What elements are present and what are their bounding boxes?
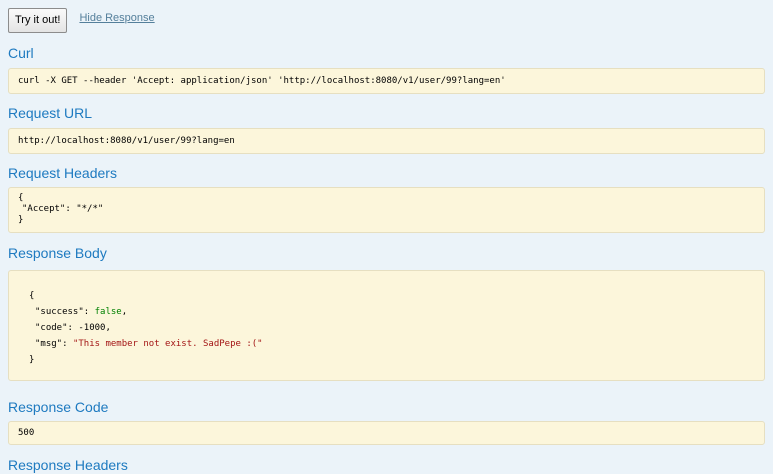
response-body-line: "success": false, [35,306,127,318]
request-headers-heading: Request Headers [8,165,117,181]
request-url-value: http://localhost:8080/v1/user/99?lang=en [18,136,235,146]
json-sep: : [62,339,73,349]
json-string-value: "This member not exist. SadPepe :(" [72,339,263,349]
json-end: , [105,323,111,333]
json-sep: : [83,307,95,317]
json-bool-value: false [94,307,122,317]
json-key: "msg" [35,339,63,349]
curl-command: curl -X GET --header 'Accept: applicatio… [18,76,506,86]
hide-response-link[interactable]: Hide Response [79,12,154,24]
try-it-out-button[interactable]: Try it out! [8,8,68,33]
response-body-pre[interactable]: { "success": false, "code": -1000, "msg"… [15,277,758,374]
response-code-value: 500 [18,428,35,438]
json-end: , [121,307,128,317]
response-body-line: "msg": "This member not exist. SadPepe :… [35,338,263,350]
response-body-open: { [29,291,35,301]
response-body-box[interactable]: { "success": false, "code": -1000, "msg"… [8,270,765,381]
json-key: "success" [35,307,84,317]
response-code-box[interactable]: 500 [8,421,765,445]
header-value: "*/*" [76,204,104,214]
request-url-box[interactable]: http://localhost:8080/v1/user/99?lang=en [8,128,765,154]
response-headers-heading: Response Headers [8,457,128,473]
curl-box[interactable]: curl -X GET --header 'Accept: applicatio… [8,68,765,94]
json-sep: : [67,323,79,333]
header-key: "Accept" [22,204,66,214]
response-body-close: } [29,355,35,365]
header-sep: : [65,204,77,214]
action-row: Try it out! Hide Response [8,8,155,34]
json-number-value: -1000 [78,323,106,333]
response-body-line: "code": -1000, [35,322,111,334]
json-key: "code" [35,323,68,333]
request-headers-box[interactable]: { "Accept": "*/*" } [8,187,765,233]
request-headers-close: } [18,215,24,225]
request-headers-entry: "Accept": "*/*" [22,203,103,215]
request-url-heading: Request URL [8,105,93,121]
response-body-heading: Response Body [8,245,107,261]
curl-heading: Curl [8,45,34,61]
response-code-heading: Response Code [8,399,109,415]
